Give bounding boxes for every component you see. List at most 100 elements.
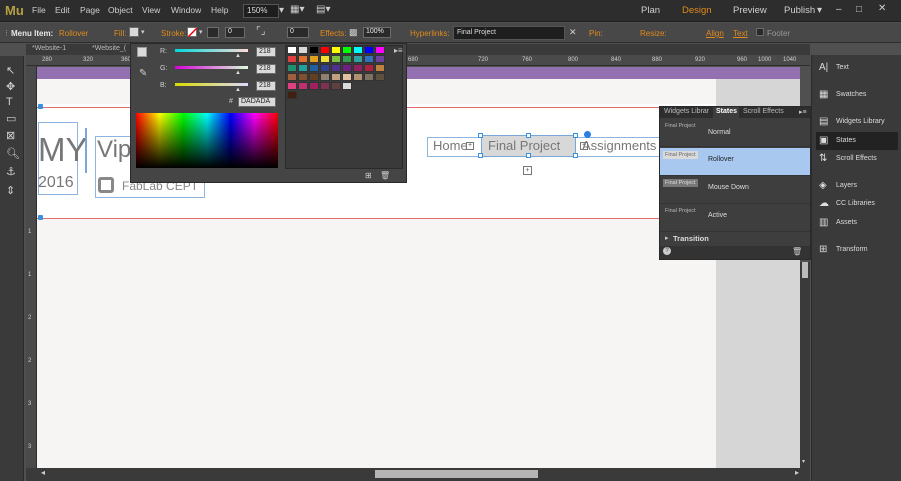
fill-swatch[interactable] <box>129 27 139 37</box>
color-swatch[interactable] <box>364 46 374 54</box>
green-slider[interactable] <box>175 66 248 69</box>
color-swatch[interactable] <box>331 46 341 54</box>
stroke-width-input[interactable]: 0 <box>225 27 245 38</box>
color-swatch[interactable] <box>320 73 330 81</box>
red-slider[interactable] <box>175 49 248 52</box>
blue-value-input[interactable]: 218 <box>256 81 276 91</box>
hyperlink-select[interactable]: Final Project <box>453 26 565 40</box>
color-swatch[interactable] <box>309 64 319 72</box>
color-swatch[interactable] <box>342 82 352 90</box>
menu-window[interactable]: Window <box>171 5 201 15</box>
color-swatch[interactable] <box>320 82 330 90</box>
color-swatch[interactable] <box>309 82 319 90</box>
guide-handle[interactable] <box>38 215 43 220</box>
horizontal-scroll-thumb[interactable] <box>375 470 538 478</box>
color-swatch[interactable] <box>287 55 297 63</box>
publish-button[interactable]: Publish <box>784 5 815 16</box>
tab-website-2[interactable]: *Website_( <box>92 45 126 52</box>
close-icon[interactable]: ✕ <box>878 3 886 14</box>
vertical-scrollbar[interactable] <box>800 262 810 468</box>
panel-layers[interactable]: ◈ Layers <box>816 177 898 195</box>
color-swatch[interactable] <box>309 46 319 54</box>
color-swatch[interactable] <box>364 73 374 81</box>
color-swatch[interactable] <box>298 55 308 63</box>
color-swatch[interactable] <box>309 55 319 63</box>
color-swatch[interactable] <box>331 82 341 90</box>
tab-scroll-effects[interactable]: Scroll Effects <box>743 108 784 115</box>
panel-menu-icon[interactable]: ▸≡ <box>799 108 807 116</box>
color-spectrum[interactable] <box>136 113 278 168</box>
green-value-input[interactable]: 218 <box>256 64 276 74</box>
menu-edit[interactable]: Edit <box>55 5 70 15</box>
mode-design[interactable]: Design <box>682 5 712 16</box>
color-swatch[interactable] <box>287 64 297 72</box>
color-swatch[interactable] <box>298 82 308 90</box>
color-swatch[interactable] <box>331 64 341 72</box>
menu-assignments[interactable]: Assignments <box>582 138 660 153</box>
panel-text[interactable]: A| Text <box>816 59 898 77</box>
chevron-down-icon[interactable]: ▾ <box>279 5 284 16</box>
selection-tool-icon[interactable]: ↖ <box>6 64 15 77</box>
chevron-down-icon[interactable]: ▾ <box>141 28 145 36</box>
stroke-stepper-icon[interactable] <box>207 27 219 38</box>
menu-home[interactable]: Home <box>433 138 468 153</box>
add-item-icon[interactable]: + <box>466 142 474 150</box>
panel-assets[interactable]: ▥ Assets <box>816 214 898 232</box>
zoom-tool-icon[interactable]: 🔍︎ <box>6 147 20 160</box>
tab-website-1[interactable]: *Website-1 <box>32 45 66 52</box>
maximize-icon[interactable]: □ <box>856 4 862 15</box>
resize-handle[interactable] <box>526 153 531 158</box>
color-swatch[interactable] <box>287 82 297 90</box>
resize-handle[interactable] <box>478 153 483 158</box>
new-swatch-icon[interactable]: ⊞ <box>365 171 372 180</box>
expand-icon[interactable]: ▸ <box>665 234 669 242</box>
color-swatch[interactable] <box>309 73 319 81</box>
scroll-down-icon[interactable]: ▾ <box>802 458 808 466</box>
fit-tool-icon[interactable]: ⇕ <box>6 184 15 197</box>
mode-preview[interactable]: Preview <box>733 5 767 16</box>
color-swatch[interactable] <box>364 64 374 72</box>
color-swatch[interactable] <box>320 64 330 72</box>
color-swatch[interactable] <box>298 46 308 54</box>
link-indicator-icon[interactable] <box>584 131 591 138</box>
hex-input[interactable]: DADADA <box>238 97 276 107</box>
red-value-input[interactable]: 218 <box>256 47 276 57</box>
color-swatch[interactable] <box>353 64 363 72</box>
scroll-left-icon[interactable]: ◂ <box>41 468 45 477</box>
menu-page[interactable]: Page <box>80 5 100 15</box>
color-swatch[interactable] <box>375 55 385 63</box>
color-swatch[interactable] <box>331 55 341 63</box>
text-tool-icon[interactable]: T <box>6 96 13 108</box>
preview-options-icon[interactable]: ▤▾ <box>316 4 330 15</box>
trash-icon[interactable]: 🗑︎ <box>792 247 802 256</box>
resize-handle[interactable] <box>526 133 531 138</box>
resize-handle[interactable] <box>573 153 578 158</box>
guide-handle[interactable] <box>38 104 43 109</box>
crop-tool-icon[interactable]: ✥ <box>6 80 15 93</box>
frame-tool-icon[interactable]: ⊠ <box>6 129 15 142</box>
blue-slider[interactable] <box>175 83 248 86</box>
text-link[interactable]: Text <box>733 29 748 38</box>
zoom-select[interactable]: 150% <box>243 4 279 18</box>
resize-handle[interactable] <box>573 133 578 138</box>
slider-thumb-icon[interactable]: ▲ <box>235 70 241 76</box>
color-swatch[interactable] <box>320 46 330 54</box>
panel-widgets-library[interactable]: ▤ Widgets Library <box>816 113 898 131</box>
eyedropper-icon[interactable]: ✎ <box>139 68 147 79</box>
panel-swatches[interactable]: ▦ Swatches <box>816 86 898 104</box>
add-item-icon[interactable]: + <box>523 166 532 175</box>
color-swatch[interactable] <box>342 55 352 63</box>
transition-section[interactable]: Transition <box>673 234 709 243</box>
color-swatch[interactable] <box>375 64 385 72</box>
current-color-swatch[interactable] <box>137 47 147 57</box>
opacity-input[interactable]: 100% <box>363 27 391 38</box>
color-swatch[interactable] <box>287 73 297 81</box>
mode-plan[interactable]: Plan <box>641 5 660 16</box>
tab-widgets-library[interactable]: Widgets Librar <box>664 108 709 115</box>
slider-thumb-icon[interactable]: ▲ <box>235 87 241 93</box>
color-swatch[interactable] <box>353 46 363 54</box>
color-swatch[interactable] <box>342 73 352 81</box>
menu-view[interactable]: View <box>142 5 160 15</box>
tab-states[interactable]: States <box>716 108 737 115</box>
color-swatch[interactable] <box>298 73 308 81</box>
